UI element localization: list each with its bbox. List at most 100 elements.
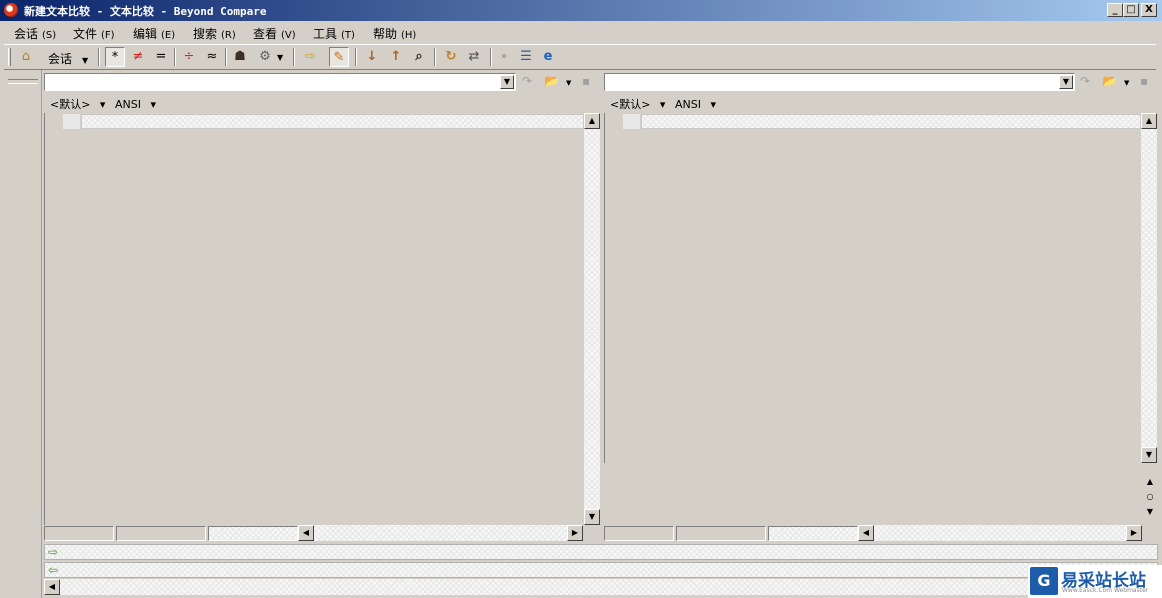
edit-icon[interactable]: ✎ xyxy=(329,47,349,67)
right-horizontal-scrollbar[interactable] xyxy=(874,525,1126,541)
left-vertical-scrollbar[interactable]: ▲ ▼ xyxy=(584,113,600,525)
line-detail-left: ⇨ xyxy=(44,544,1158,560)
title-bar: 新建文本比较 - 文本比较 - Beyond Compare _ □ X xyxy=(0,0,1162,21)
right-line-number xyxy=(623,114,640,129)
watermark: G 易采站长站 Www.Easck.Com Webmaster xyxy=(1028,565,1162,598)
right-path-input[interactable] xyxy=(605,74,1058,90)
line-detail-right: ⇦ xyxy=(44,562,1158,578)
left-text-pane[interactable]: ▲ ▼ xyxy=(44,113,600,525)
right-scroll-right-button[interactable]: ▶ xyxy=(1126,525,1142,541)
right-status-cell-1 xyxy=(604,526,674,541)
format-icon[interactable]: ⚙ xyxy=(255,47,275,67)
right-encoding-bar: <默认> ▾ ANSI ▾ xyxy=(610,96,722,112)
watermark-logo: G xyxy=(1030,567,1058,595)
right-path-dropdown[interactable]: ▼ xyxy=(1059,75,1073,89)
right-encoding-default[interactable]: <默认> ▾ xyxy=(610,98,665,111)
left-line-number xyxy=(63,114,80,129)
left-path-input[interactable] xyxy=(45,74,499,90)
watermark-subtext: Www.Easck.Com Webmaster xyxy=(1062,587,1149,594)
show-all-icon[interactable]: * xyxy=(105,47,125,67)
gutter-handle[interactable] xyxy=(8,79,38,84)
menu-tools[interactable]: 工具 (T) xyxy=(313,25,355,42)
nav-down-icon[interactable]: ▼ xyxy=(1144,504,1156,519)
swap-icon[interactable]: ⇄ xyxy=(464,47,484,67)
list-icon[interactable]: ☰ xyxy=(516,47,536,67)
right-scroll-left-button[interactable]: ◀ xyxy=(858,525,874,541)
menu-edit[interactable]: 编辑 (E) xyxy=(133,25,175,42)
left-open-folder-icon[interactable]: 📂 xyxy=(544,74,559,88)
menu-search[interactable]: 搜索 (R) xyxy=(193,25,236,42)
right-text-line[interactable] xyxy=(641,114,1141,129)
diff-navigator: ▲ ○ ▼ xyxy=(1144,474,1156,519)
home-icon[interactable]: ⌂ xyxy=(16,47,36,67)
refresh-icon[interactable]: ↻ xyxy=(441,47,461,67)
right-save-icon[interactable]: ▪ xyxy=(1140,74,1148,88)
menu-bar: 会话 (S) 文件 (F) 编辑 (E) 搜索 (R) 查看 (V) 工具 (T) 帮助 (H… xyxy=(0,22,1162,43)
toolbar-grip[interactable] xyxy=(8,48,11,66)
left-scroll-up-button[interactable]: ▲ xyxy=(584,113,600,129)
right-vertical-scrollbar[interactable]: ▲ ▼ xyxy=(1141,113,1157,463)
next-section-icon[interactable]: ⇨ xyxy=(300,47,320,67)
left-encoding-default[interactable]: <默认> ▾ xyxy=(50,98,105,111)
toolbar: ⌂ 会话 ▼ * ≠ = ÷ ≈ ☗ ⚙ ▼ ⇨ ✎ ↓ ↑ ⌕ ↻ ⇄ » ☰ … xyxy=(4,44,1156,70)
context-icon[interactable]: ÷ xyxy=(179,47,199,67)
toolbar-separator xyxy=(98,48,100,66)
left-scroll-down-button[interactable]: ▼ xyxy=(584,509,600,525)
format-dropdown-icon[interactable]: ▼ xyxy=(277,53,283,62)
right-encoding-charset[interactable]: ANSI ▾ xyxy=(675,98,716,111)
left-scroll-right-button[interactable]: ▶ xyxy=(567,525,583,541)
show-same-icon[interactable]: = xyxy=(151,47,171,67)
left-encoding-bar: <默认> ▾ ANSI ▾ xyxy=(50,96,162,112)
close-button[interactable]: X xyxy=(1141,3,1157,17)
left-save-icon[interactable]: ▪ xyxy=(582,74,590,88)
left-status-cell-3 xyxy=(208,526,298,541)
left-gutter xyxy=(0,70,42,598)
app-icon[interactable] xyxy=(4,3,18,17)
left-path-combo[interactable]: ▼ xyxy=(44,73,516,91)
menu-view[interactable]: 查看 (V) xyxy=(253,25,296,42)
left-folder-dropdown-icon[interactable]: ▼ xyxy=(566,79,571,87)
show-diffs-icon[interactable]: ≠ xyxy=(128,47,148,67)
left-refresh-icon[interactable]: ↷ xyxy=(522,74,532,88)
web-icon[interactable]: e xyxy=(538,47,558,67)
bottom-scroll-left-button[interactable]: ◀ xyxy=(44,579,60,595)
left-path-dropdown[interactable]: ▼ xyxy=(500,75,514,89)
arrow-right-icon: ⇨ xyxy=(48,545,59,559)
rules-icon[interactable]: ☗ xyxy=(230,47,250,67)
arrow-left-icon: ⇦ xyxy=(48,563,59,577)
minor-icon[interactable]: ≈ xyxy=(202,47,222,67)
menu-help[interactable]: 帮助 (H) xyxy=(373,25,416,42)
right-status-cell-2 xyxy=(676,526,766,541)
right-refresh-icon[interactable]: ↷ xyxy=(1080,74,1090,88)
menu-session[interactable]: 会话 (S) xyxy=(14,25,56,42)
prev-diff-icon[interactable]: ↑ xyxy=(386,47,406,67)
left-scroll-left-button[interactable]: ◀ xyxy=(298,525,314,541)
nav-up-icon[interactable]: ▲ xyxy=(1144,474,1156,489)
toolbar-separator xyxy=(225,48,227,66)
expand-icon[interactable]: » xyxy=(494,47,514,67)
toolbar-separator xyxy=(355,48,357,66)
right-open-folder-icon[interactable]: 📂 xyxy=(1102,74,1117,88)
right-scroll-down-button[interactable]: ▼ xyxy=(1141,447,1157,463)
left-text-line[interactable] xyxy=(81,114,584,129)
maximize-button[interactable]: □ xyxy=(1123,3,1139,17)
toolbar-separator xyxy=(293,48,295,66)
bottom-horizontal-scrollbar[interactable] xyxy=(60,579,1028,595)
toolbar-separator xyxy=(490,48,492,66)
next-diff-icon[interactable]: ↓ xyxy=(362,47,382,67)
menu-file[interactable]: 文件 (F) xyxy=(73,25,115,42)
right-path-combo[interactable]: ▼ xyxy=(604,73,1075,91)
find-icon[interactable]: ⌕ xyxy=(409,47,429,67)
right-text-pane[interactable]: ▲ ▼ xyxy=(604,113,1157,463)
right-folder-dropdown-icon[interactable]: ▼ xyxy=(1124,79,1129,87)
minimize-button[interactable]: _ xyxy=(1107,3,1123,17)
left-encoding-charset[interactable]: ANSI ▾ xyxy=(115,98,156,111)
right-scroll-up-button[interactable]: ▲ xyxy=(1141,113,1157,129)
session-dropdown[interactable]: 会话 ▼ xyxy=(48,50,88,67)
toolbar-separator xyxy=(174,48,176,66)
nav-center-icon[interactable]: ○ xyxy=(1144,489,1156,504)
left-status-cell-2 xyxy=(116,526,206,541)
window-title: 新建文本比较 - 文本比较 - Beyond Compare xyxy=(24,5,267,18)
toolbar-separator xyxy=(434,48,436,66)
left-horizontal-scrollbar[interactable] xyxy=(314,525,567,541)
